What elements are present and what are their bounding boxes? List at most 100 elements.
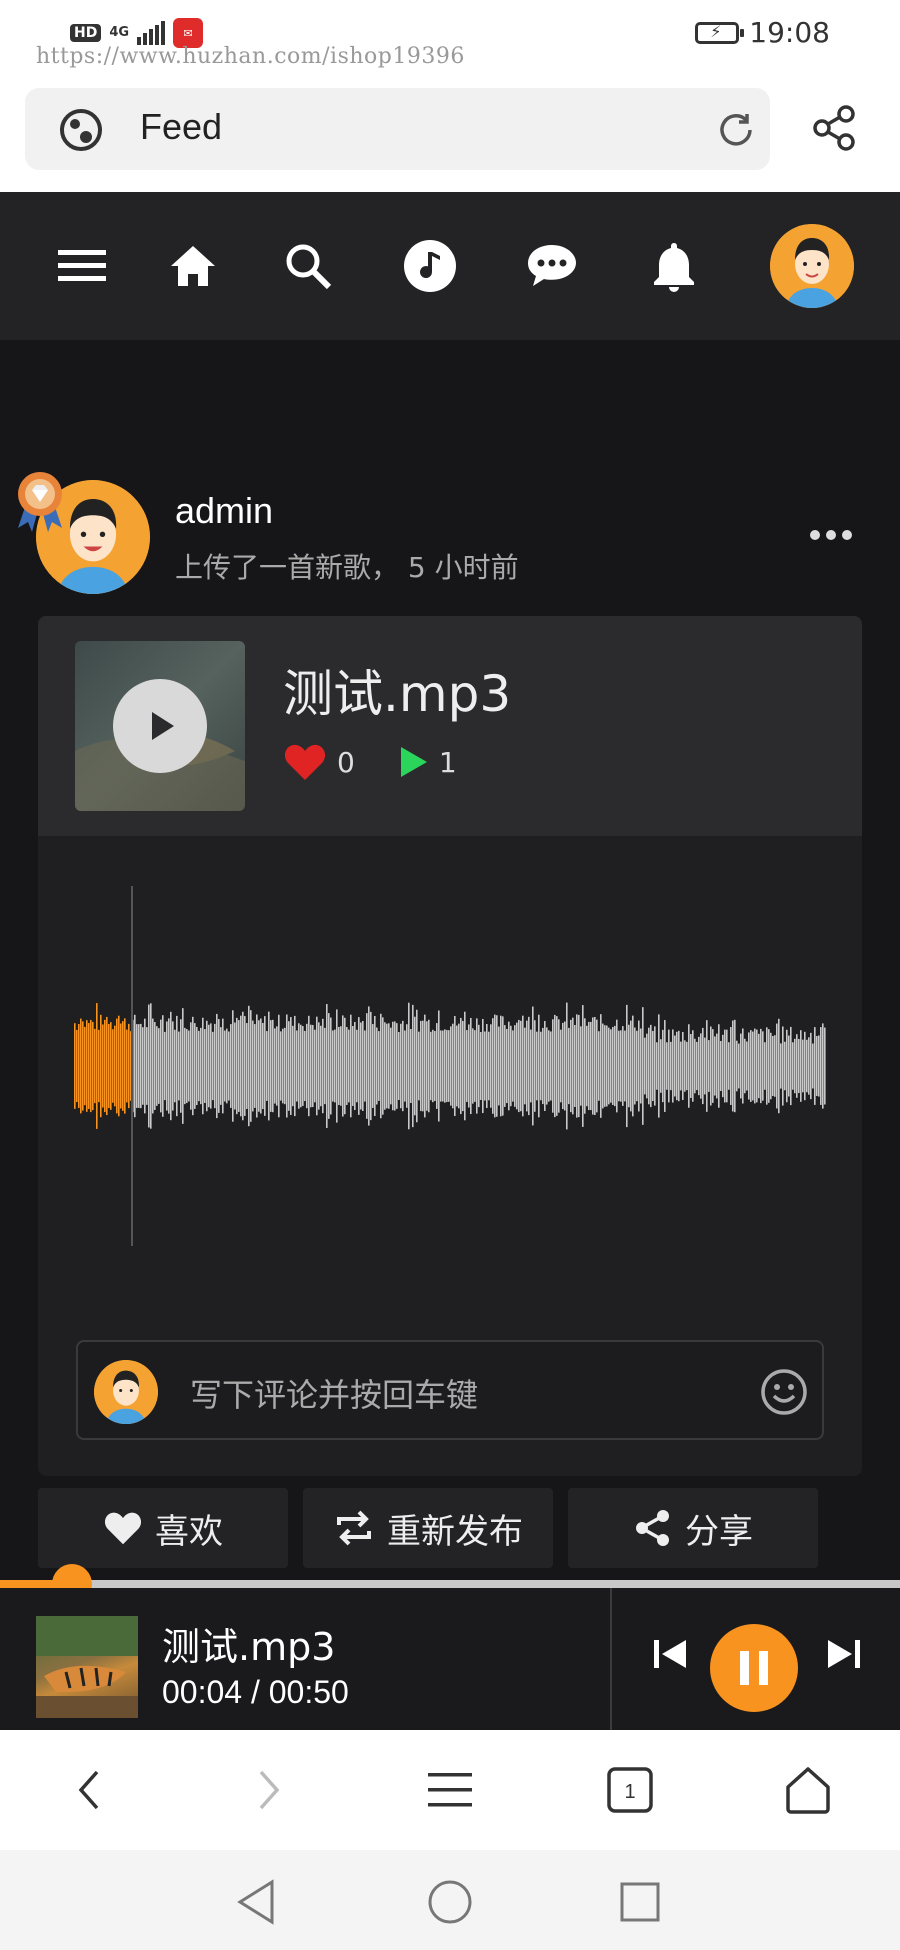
waveform-bar bbox=[496, 1015, 498, 1117]
more-options-icon[interactable] bbox=[810, 530, 852, 540]
forward-icon[interactable] bbox=[236, 1758, 300, 1822]
waveform-bar bbox=[488, 1031, 490, 1101]
waveform-bar bbox=[662, 1029, 664, 1103]
menu-lines-icon[interactable] bbox=[418, 1758, 482, 1822]
track-cover[interactable] bbox=[75, 641, 245, 811]
waveform-bar bbox=[396, 1023, 398, 1109]
waveform-bar bbox=[690, 1034, 692, 1098]
waveform-bar bbox=[100, 1014, 102, 1118]
waveform-bar bbox=[590, 1021, 592, 1111]
waveform-bar bbox=[106, 1016, 108, 1116]
waveform-bar bbox=[152, 1018, 154, 1114]
waveform-bar bbox=[466, 1030, 468, 1102]
waveform-bar bbox=[778, 1018, 780, 1114]
waveform-bar bbox=[218, 1019, 220, 1113]
waveform-bar bbox=[164, 1031, 166, 1101]
waveform-bar bbox=[250, 1010, 252, 1122]
address-bar[interactable]: Feed bbox=[25, 88, 770, 170]
play-icon[interactable] bbox=[113, 679, 207, 773]
waveform-bar bbox=[442, 1030, 444, 1102]
waveform-bar bbox=[700, 1033, 702, 1099]
waveform-bar bbox=[294, 1015, 296, 1117]
like-label: 喜欢 bbox=[155, 1511, 223, 1552]
waveform-bar bbox=[234, 1022, 236, 1110]
repost-icon bbox=[337, 1510, 371, 1546]
music-icon[interactable] bbox=[400, 236, 460, 296]
player-title[interactable]: 测试.mp3 bbox=[162, 1616, 335, 1671]
waveform-bar bbox=[754, 1028, 756, 1104]
waveform-bar bbox=[74, 1023, 76, 1109]
waveform-bar bbox=[446, 1029, 448, 1103]
system-recents-icon[interactable] bbox=[614, 1876, 666, 1928]
track-title[interactable]: 测试.mp3 bbox=[283, 654, 511, 726]
waveform-bar bbox=[412, 1004, 414, 1128]
search-icon[interactable] bbox=[278, 236, 338, 296]
waveform-bar bbox=[676, 1031, 678, 1101]
waveform-bar bbox=[580, 1026, 582, 1106]
waveform-bar bbox=[490, 1024, 492, 1108]
waveform-bar bbox=[368, 1006, 370, 1126]
home-outline-icon[interactable] bbox=[776, 1758, 840, 1822]
waveform-bar bbox=[586, 1025, 588, 1107]
waveform-bar bbox=[650, 1024, 652, 1108]
waveform-bar bbox=[780, 1043, 782, 1089]
waveform-bar bbox=[204, 1029, 206, 1103]
bell-icon[interactable] bbox=[644, 236, 704, 296]
waveform[interactable] bbox=[74, 886, 826, 1246]
waveform-bar bbox=[612, 1027, 614, 1105]
waveform-bar bbox=[480, 1031, 482, 1101]
waveform-bar bbox=[158, 1028, 160, 1104]
waveform-bar bbox=[410, 1028, 412, 1104]
share-icon[interactable] bbox=[810, 104, 858, 152]
waveform-bar bbox=[748, 1032, 750, 1100]
post-username[interactable]: admin bbox=[175, 490, 273, 532]
emoji-icon[interactable] bbox=[760, 1368, 808, 1416]
pause-button[interactable] bbox=[710, 1624, 798, 1712]
waveform-bar bbox=[618, 1030, 620, 1102]
like-button[interactable]: 喜欢 bbox=[38, 1488, 288, 1568]
post-header: admin 上传了一首新歌， 5 小时前 bbox=[0, 470, 900, 594]
waveform-bar bbox=[746, 1041, 748, 1091]
tabs-icon[interactable]: 1 bbox=[598, 1758, 662, 1822]
repost-button[interactable]: 重新发布 bbox=[303, 1488, 553, 1568]
waveform-bar bbox=[278, 1014, 280, 1118]
waveform-bar bbox=[556, 1016, 558, 1116]
waveform-bar bbox=[470, 1017, 472, 1115]
waveform-bar bbox=[510, 1025, 512, 1107]
reload-icon[interactable] bbox=[714, 108, 758, 152]
chat-icon[interactable] bbox=[522, 236, 582, 296]
waveform-bar bbox=[454, 1015, 456, 1117]
waveform-bar bbox=[78, 1024, 80, 1108]
home-icon[interactable] bbox=[163, 236, 223, 296]
waveform-bar bbox=[608, 1027, 610, 1105]
waveform-bar bbox=[414, 1016, 416, 1116]
player-thumbnail[interactable] bbox=[36, 1616, 138, 1718]
waveform-bar bbox=[156, 1026, 158, 1106]
system-back-icon[interactable] bbox=[232, 1876, 284, 1928]
waveform-bar bbox=[636, 1030, 638, 1102]
user-avatar[interactable] bbox=[770, 224, 854, 308]
next-track-icon[interactable] bbox=[822, 1632, 866, 1676]
system-home-icon[interactable] bbox=[424, 1876, 476, 1928]
waveform-bar bbox=[508, 1021, 510, 1111]
comment-box[interactable]: 写下评论并按回车键 bbox=[76, 1340, 824, 1440]
player-progress-bar[interactable] bbox=[0, 1564, 900, 1604]
previous-track-icon[interactable] bbox=[648, 1632, 692, 1676]
track-stats: 0 1 bbox=[283, 742, 457, 782]
menu-icon[interactable] bbox=[52, 236, 112, 296]
waveform-bar bbox=[140, 1023, 142, 1109]
heart-icon[interactable] bbox=[283, 742, 327, 782]
waveform-bar bbox=[706, 1020, 708, 1112]
waveform-bar bbox=[658, 1014, 660, 1118]
waveform-bar bbox=[794, 1038, 796, 1094]
comment-input[interactable]: 写下评论并按回车键 bbox=[190, 1370, 478, 1416]
waveform-bar bbox=[266, 1031, 268, 1101]
waveform-bar bbox=[380, 1013, 382, 1119]
share-button[interactable]: 分享 bbox=[568, 1488, 818, 1568]
back-icon[interactable] bbox=[58, 1758, 122, 1822]
like-count: 0 bbox=[337, 745, 355, 779]
waveform-bar bbox=[274, 1028, 276, 1104]
waveform-bar bbox=[604, 1025, 606, 1107]
repost-label: 重新发布 bbox=[387, 1511, 523, 1552]
waveform-bar bbox=[514, 1025, 516, 1107]
